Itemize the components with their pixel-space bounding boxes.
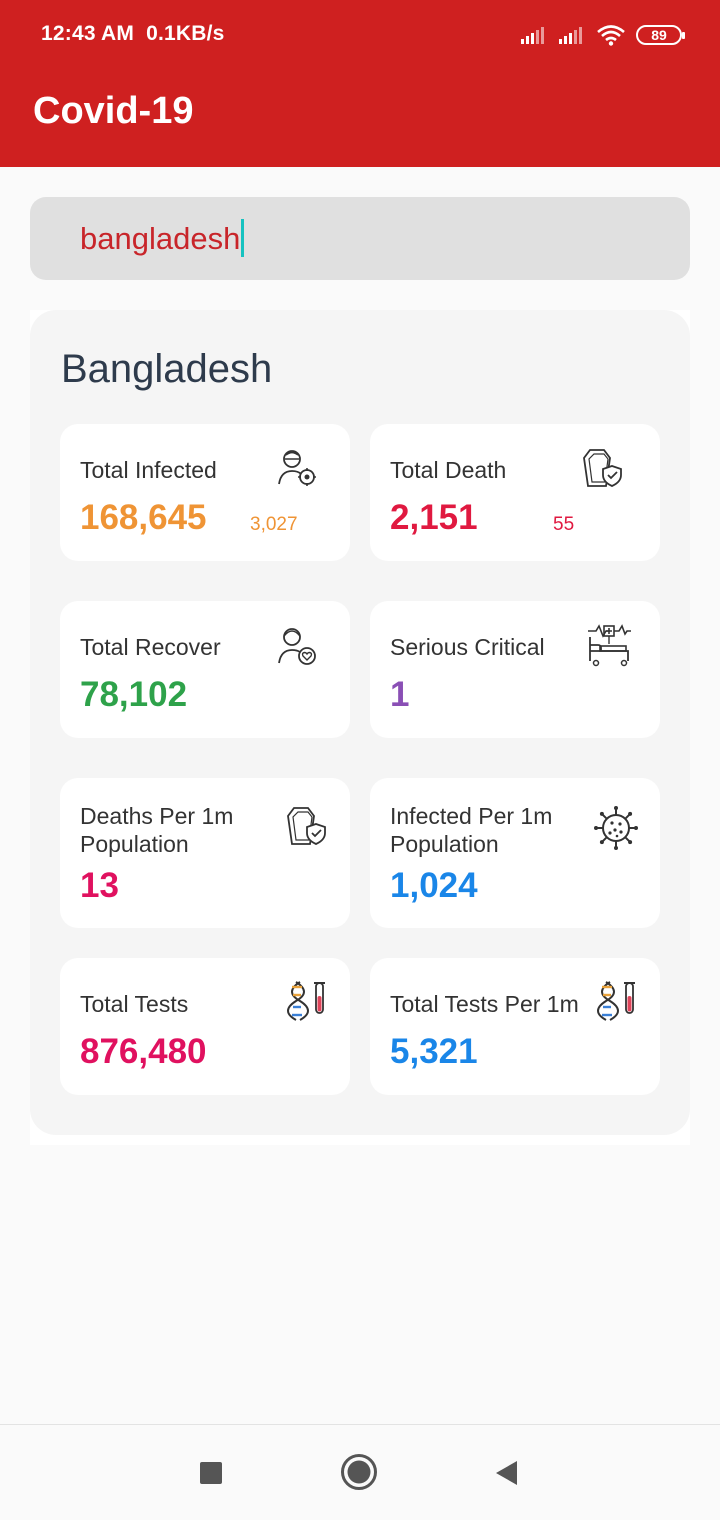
stat-value: 1 xyxy=(390,675,410,714)
text-cursor xyxy=(241,219,245,257)
stat-card-total-death[interactable]: Total Death 2,151 55 xyxy=(370,424,660,561)
stat-value: 1,024 xyxy=(390,866,478,905)
stat-label: Total Tests Per 1m xyxy=(390,991,579,1017)
stat-new-today: 3,027 xyxy=(250,514,298,535)
stat-card-infected-per-1m[interactable]: Infected Per 1m Population 1,024 xyxy=(370,778,660,928)
clock: 12:43 AM xyxy=(41,22,135,45)
signal-icon xyxy=(521,27,544,44)
coffin-shield-icon xyxy=(583,449,622,487)
battery-icon: 89 xyxy=(636,25,685,45)
status-time: 12:43 AM 0.1KB/s xyxy=(41,22,225,46)
stat-label: Total Recover xyxy=(80,634,221,660)
home-button-icon[interactable] xyxy=(340,1453,378,1491)
recents-button-icon[interactable] xyxy=(199,1461,223,1485)
stat-new-today: 55 xyxy=(553,514,575,535)
status-icons: 89 xyxy=(520,22,685,48)
infected-person-icon xyxy=(278,450,316,486)
stat-value: 2,151 xyxy=(390,498,478,537)
country-card: Bangladesh Total Infected 168,645 3,027 … xyxy=(30,310,690,1135)
stat-value: 168,645 xyxy=(80,498,207,537)
stat-label: Serious Critical xyxy=(390,634,545,660)
search-input-text[interactable]: bangladesh xyxy=(80,219,245,257)
stat-label: Total Infected xyxy=(80,457,217,483)
signal-icon xyxy=(559,27,582,44)
network-speed: 0.1KB/s xyxy=(146,22,225,45)
app-bar: 12:43 AM 0.1KB/s 89 Covid-19 xyxy=(0,0,720,167)
stat-value: 78,102 xyxy=(80,675,188,714)
country-name: Bangladesh xyxy=(61,347,273,391)
recovered-person-icon xyxy=(278,628,316,665)
search-input[interactable]: bangladesh xyxy=(30,197,690,280)
back-button-icon[interactable] xyxy=(493,1459,519,1487)
stat-card-serious-critical[interactable]: Serious Critical 1 xyxy=(370,601,660,738)
stat-label: Total Tests xyxy=(80,991,189,1017)
stat-value: 5,321 xyxy=(390,1032,478,1071)
wifi-icon xyxy=(597,25,625,46)
search-value: bangladesh xyxy=(80,221,241,256)
app-title: Covid-19 xyxy=(33,90,194,132)
battery-level: 89 xyxy=(651,27,667,43)
stat-card-total-tests[interactable]: Total Tests 876,480 xyxy=(60,958,350,1095)
stat-card-total-recover[interactable]: Total Recover 78,102 xyxy=(60,601,350,738)
dna-test-tube-icon xyxy=(597,981,635,1021)
dna-test-tube-icon xyxy=(287,981,325,1021)
hospital-bed-icon xyxy=(588,624,631,667)
stat-label: Total Death xyxy=(390,457,507,483)
status-bar: 12:43 AM 0.1KB/s 89 xyxy=(0,0,720,70)
results-panel: Bangladesh Total Infected 168,645 3,027 … xyxy=(30,310,690,1145)
stat-card-total-tests-per-1m[interactable]: Total Tests Per 1m 5,321 xyxy=(370,958,660,1095)
stat-label: Infected Per 1m Population xyxy=(390,803,553,857)
stat-value: 13 xyxy=(80,866,119,905)
system-navigation-bar xyxy=(0,1424,720,1520)
stat-label: Deaths Per 1m Population xyxy=(80,803,234,857)
stat-value: 876,480 xyxy=(80,1032,207,1071)
coffin-shield-icon xyxy=(287,807,326,845)
stat-card-total-infected[interactable]: Total Infected 168,645 3,027 xyxy=(60,424,350,561)
virus-icon xyxy=(594,806,638,850)
stat-card-deaths-per-1m[interactable]: Deaths Per 1m Population 13 xyxy=(60,778,350,928)
